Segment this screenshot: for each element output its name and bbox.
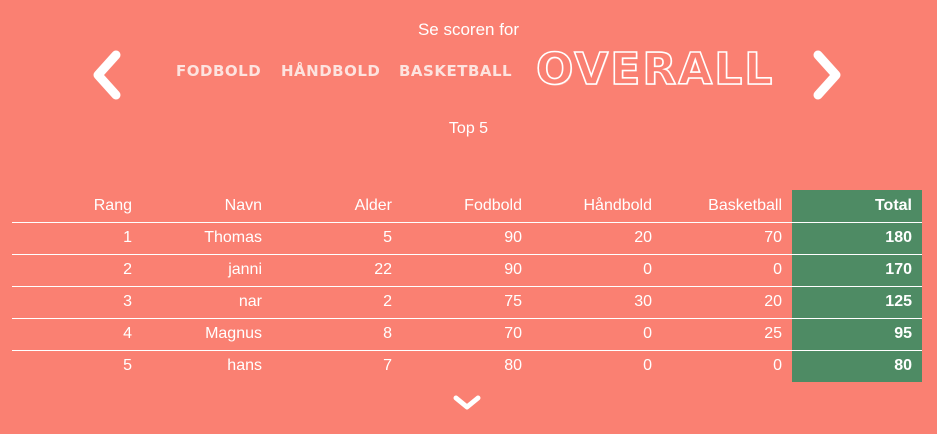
chevron-right-icon — [813, 50, 841, 100]
cell-navn: janni — [142, 254, 272, 287]
cell-handbold: 0 — [532, 254, 662, 287]
cell-navn: Magnus — [142, 318, 272, 351]
cell-handbold: 30 — [532, 286, 662, 319]
cell-fodbold: 70 — [402, 318, 532, 351]
cell-rang: 4 — [12, 318, 142, 351]
cell-alder: 5 — [272, 222, 402, 255]
cell-navn: nar — [142, 286, 272, 319]
column-header-navn: Navn — [142, 190, 272, 223]
cell-total: 180 — [792, 222, 922, 255]
prev-sport-button[interactable] — [88, 48, 128, 102]
cell-handbold: 0 — [532, 318, 662, 351]
subtitle: Top 5 — [448, 120, 489, 137]
next-sport-button[interactable] — [806, 48, 846, 102]
cell-alder: 8 — [272, 318, 402, 351]
cell-fodbold: 90 — [402, 222, 532, 255]
chevron-left-icon — [93, 50, 121, 100]
cell-total: 80 — [792, 350, 922, 382]
column-header-handbold: Håndbold — [532, 190, 662, 223]
cell-handbold: 20 — [532, 222, 662, 255]
cell-basketball: 0 — [662, 254, 792, 287]
header-title: Se scoren for — [417, 20, 520, 39]
cell-total: 95 — [792, 318, 922, 351]
chevron-down-icon — [453, 395, 481, 410]
cell-fodbold: 80 — [504, 357, 522, 375]
cell-basketball: 70 — [662, 222, 792, 255]
table-header-row: Rang Navn Alder Fodbold Håndbold Basketb… — [12, 190, 922, 223]
table-row: 2 janni 22 90 0 0 170 — [12, 254, 922, 287]
tab-basketball[interactable]: BASKETBALL — [399, 62, 512, 80]
cell-alder: 22 — [272, 254, 402, 287]
column-header-total: Total — [792, 190, 922, 223]
cell-fodbold: 90 — [402, 254, 532, 287]
column-header-rang: Rang — [12, 190, 142, 223]
cell-rang: 2 — [12, 254, 142, 287]
tab-handbold[interactable]: HÅNDBOLD — [281, 62, 380, 80]
table-row: 1 Thomas 5 90 20 70 180 — [12, 222, 922, 255]
tab-fodbold[interactable]: FODBOLD — [176, 62, 261, 80]
cell-rang: 3 — [12, 286, 142, 319]
column-header-fodbold: Fodbold — [402, 190, 532, 223]
cell-basketball: 20 — [662, 286, 792, 319]
cell-basketball: 25 — [662, 318, 792, 351]
cell-alder: 2 — [272, 286, 402, 319]
table-row: 4 Magnus 8 70 0 25 95 — [12, 318, 922, 351]
tab-overall[interactable]: OVERALL — [535, 43, 774, 96]
cell-basketball: 0 — [773, 357, 782, 375]
cell-rang: 5 — [123, 357, 132, 375]
cell-navn: Thomas — [142, 222, 272, 255]
cell-total: 170 — [792, 254, 922, 287]
scores-table: Rang Navn Alder Fodbold Håndbold Basketb… — [12, 190, 922, 382]
cell-navn: hans — [227, 357, 262, 375]
table-row: 3 nar 2 75 30 20 125 — [12, 286, 922, 319]
cell-handbold: 0 — [643, 357, 652, 375]
column-header-basketball: Basketball — [662, 190, 792, 223]
cell-total: 125 — [792, 286, 922, 319]
column-header-alder: Alder — [272, 190, 402, 223]
cell-rang: 1 — [12, 222, 142, 255]
table-row: 5 hans 7 80 0 0 80 — [12, 350, 922, 382]
cell-alder: 7 — [383, 357, 392, 375]
cell-fodbold: 75 — [402, 286, 532, 319]
scroll-down-button[interactable] — [451, 393, 483, 413]
